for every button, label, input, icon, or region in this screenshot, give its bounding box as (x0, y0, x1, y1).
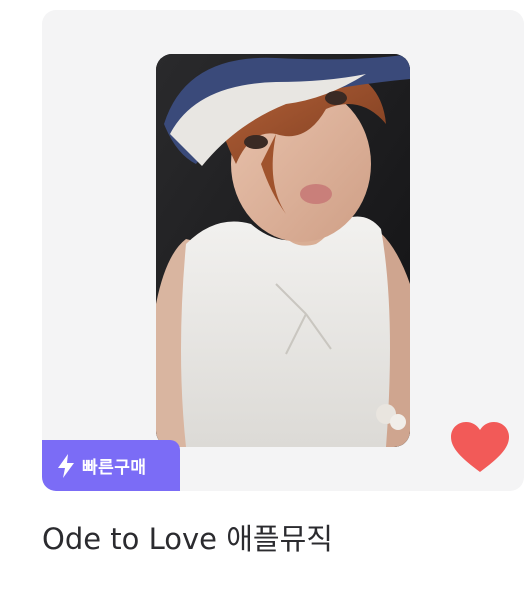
heart-icon (451, 422, 509, 472)
lightning-icon (56, 453, 76, 478)
product-card[interactable]: 빠른구매 (42, 10, 524, 491)
like-button[interactable] (451, 422, 509, 474)
photocard-image (156, 54, 410, 447)
product-title[interactable]: Ode to Love 애플뮤직 (42, 516, 333, 558)
quick-buy-badge: 빠른구매 (42, 440, 180, 491)
product-photo[interactable] (156, 54, 410, 447)
quick-buy-label: 빠른구매 (82, 458, 147, 478)
